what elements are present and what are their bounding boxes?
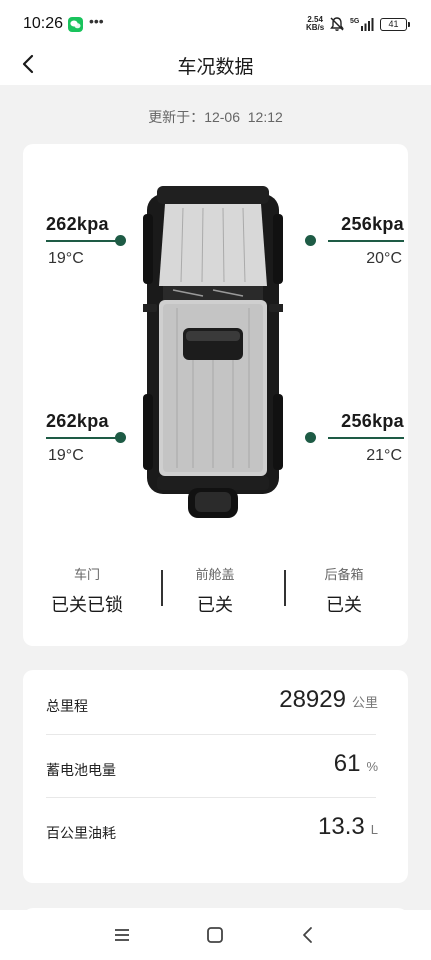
tire-temperature: 21°C bbox=[366, 447, 402, 464]
home-button[interactable] bbox=[204, 924, 226, 946]
tire-temperature: 19°C bbox=[48, 447, 84, 464]
stat-value-wrap: 61% bbox=[334, 750, 378, 778]
divider bbox=[46, 734, 376, 735]
vehicle-stats-card: 总里程 28929 公里 蓄电池电量 61% 百公里油耗 13.3 L bbox=[23, 670, 408, 883]
stat-label: 蓄电池电量 bbox=[46, 762, 116, 778]
tire-indicator-dot bbox=[115, 432, 126, 443]
tire-pressure: 256kpa bbox=[341, 214, 404, 234]
status-time: 10:26 bbox=[23, 15, 64, 32]
stat-label: 总里程 bbox=[46, 698, 88, 714]
vehicle-status-card: 262kpa 19°C 256kpa 20°C 262kpa 19°C 256k… bbox=[23, 144, 408, 646]
menu-icon bbox=[115, 929, 129, 941]
closure-status-row: 车门 已关已锁 前舱盖 已关 后备箱 已关 bbox=[23, 564, 408, 618]
tire-indicator-line bbox=[328, 240, 404, 242]
tire-indicator-line bbox=[328, 437, 404, 439]
tire-indicator-dot bbox=[115, 235, 126, 246]
tire-pressure: 256kpa bbox=[341, 411, 404, 431]
more-dots-icon: ••• bbox=[89, 13, 104, 29]
signal-icon: 5G bbox=[350, 18, 374, 31]
mute-icon bbox=[330, 17, 344, 31]
network-type: 5G bbox=[350, 18, 360, 25]
menu-button[interactable] bbox=[111, 924, 133, 946]
network-speed-unit: KB/s bbox=[306, 23, 325, 32]
stat-value: 28929 bbox=[279, 686, 346, 713]
system-back-button[interactable] bbox=[297, 924, 319, 946]
app-header: 车况数据 bbox=[0, 48, 431, 85]
closure-door: 车门 已关已锁 bbox=[23, 564, 151, 617]
tire-temperature: 19°C bbox=[48, 250, 84, 267]
closure-trunk: 后备箱 已关 bbox=[280, 564, 408, 617]
divider bbox=[46, 797, 376, 798]
stat-row-battery: 蓄电池电量 61% bbox=[46, 736, 378, 800]
closure-value: 已关已锁 bbox=[51, 595, 123, 615]
back-icon bbox=[303, 927, 312, 943]
stat-unit: 公里 bbox=[351, 695, 378, 710]
stat-value: 61 bbox=[333, 750, 361, 777]
system-nav-bar bbox=[0, 910, 431, 960]
stat-value-wrap: 28929 公里 bbox=[279, 686, 378, 714]
car-top-view-image bbox=[143, 186, 283, 518]
tire-indicator-dot bbox=[305, 235, 316, 246]
stat-unit: % bbox=[366, 759, 378, 774]
tire-indicator-dot bbox=[305, 432, 316, 443]
closure-value: 已关 bbox=[326, 595, 362, 615]
closure-label: 前舱盖 bbox=[195, 567, 235, 582]
network-speed: 2.54 KB/s bbox=[306, 16, 324, 32]
status-bar: 10:26 ••• 2.54 KB/s 5G 41 bbox=[0, 0, 431, 48]
home-icon bbox=[207, 927, 223, 943]
stat-value: 13.3 bbox=[318, 813, 365, 840]
tire-indicator-line bbox=[46, 240, 122, 242]
closure-hood: 前舱盖 已关 bbox=[151, 564, 279, 617]
page-title: 车况数据 bbox=[177, 57, 254, 78]
wechat-icon bbox=[68, 17, 83, 32]
stat-unit: L bbox=[370, 822, 378, 837]
stat-row-mileage: 总里程 28929 公里 bbox=[46, 672, 378, 736]
battery-icon: 41 bbox=[380, 18, 410, 31]
closure-value: 已关 bbox=[197, 595, 233, 615]
closure-label: 车门 bbox=[73, 567, 100, 582]
update-value: 12-06 12:12 bbox=[204, 109, 283, 125]
tire-temperature: 20°C bbox=[366, 250, 402, 267]
update-label: 更新于： bbox=[148, 109, 205, 125]
stat-row-fuel-consumption: 百公里油耗 13.3 L bbox=[46, 799, 378, 863]
tire-pressure: 262kpa bbox=[46, 411, 109, 431]
tire-pressure: 262kpa bbox=[46, 214, 109, 234]
update-time: 更新于：12-06 12:12 bbox=[0, 107, 431, 127]
tire-indicator-line bbox=[46, 437, 122, 439]
stat-label: 百公里油耗 bbox=[46, 825, 116, 841]
stat-value-wrap: 13.3 L bbox=[318, 813, 378, 841]
closure-label: 后备箱 bbox=[324, 567, 364, 582]
